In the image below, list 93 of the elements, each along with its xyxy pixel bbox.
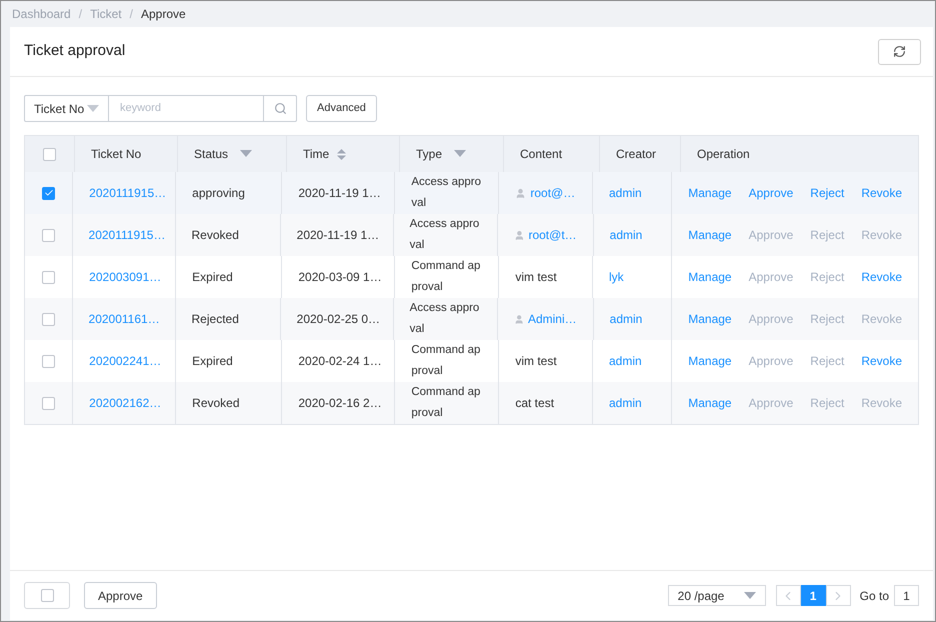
advanced-button[interactable]: Advanced <box>306 95 377 122</box>
operation-link[interactable]: Revoke <box>861 184 902 202</box>
operation-link[interactable]: Manage <box>688 394 732 412</box>
checkbox[interactable] <box>43 148 56 160</box>
breadcrumb-separator: / <box>130 6 133 23</box>
search-icon <box>274 102 286 115</box>
caret-icon <box>87 105 99 112</box>
table-cell-text: 2020-11-19 1… <box>296 227 380 244</box>
user-link[interactable]: root@… <box>530 184 576 202</box>
table-cell-text: cat test <box>515 395 554 412</box>
creator-link[interactable]: admin <box>609 394 642 412</box>
caret-icon <box>744 592 756 599</box>
table-cell-text: Command approval <box>411 259 482 295</box>
table-cell-text: Command approval <box>411 343 482 379</box>
operation-link[interactable]: Approve <box>748 184 794 202</box>
refresh-icon <box>893 45 906 58</box>
breadcrumb-item[interactable]: Ticket <box>90 5 122 23</box>
ticket-link[interactable]: 2020111915… <box>89 184 166 202</box>
checkbox[interactable] <box>40 589 54 602</box>
table-row[interactable]: 2020111915… approving 2020-11-19 1… Access approval root@… admin Manage Approve Reject Revoke <box>25 172 918 214</box>
keyword-input[interactable]: keyword <box>109 95 263 122</box>
table-cell-text: Expired <box>192 269 233 286</box>
ticket-link[interactable]: 202002162… <box>89 394 162 412</box>
breadcrumb-item[interactable]: Dashboard <box>12 5 71 23</box>
table-cell-text: 2020-03-09 1… <box>298 269 382 286</box>
operation-link[interactable]: Revoke <box>861 352 902 370</box>
table-cell-text: 2020-02-24 1… <box>298 353 382 370</box>
creator-link[interactable]: admin <box>609 352 642 370</box>
creator-link[interactable]: admin <box>610 226 642 244</box>
table-cell-text: approving <box>192 185 245 202</box>
page-title: Ticket approval <box>24 41 126 62</box>
filter-icon[interactable] <box>240 150 252 158</box>
sort-icon[interactable] <box>337 148 346 160</box>
operation-link[interactable]: Manage <box>688 352 732 370</box>
user-link[interactable]: root@t… <box>528 226 577 244</box>
table-cell-text: vim test <box>515 269 557 286</box>
ticket-link[interactable]: 202001161… <box>88 310 160 328</box>
table-cell-text: Rejected <box>192 311 239 328</box>
checkbox[interactable] <box>42 186 56 200</box>
creator-link[interactable]: admin <box>609 184 642 202</box>
column-header: Time <box>303 146 330 163</box>
goto-label: Go to <box>860 588 889 604</box>
column-header: Content <box>520 146 562 163</box>
operation-link[interactable]: Manage <box>688 184 732 202</box>
table-cell-text: Expired <box>192 353 233 370</box>
ticket-link[interactable]: 202003091… <box>89 268 162 286</box>
table-cell-text: 2020-02-16 2… <box>298 395 382 412</box>
breadcrumb-separator: / <box>78 6 82 23</box>
page-button[interactable]: 1 <box>800 585 826 606</box>
ticket-link[interactable]: 2020111915… <box>88 226 166 244</box>
column-header: Operation <box>697 146 750 163</box>
search-field-select[interactable]: Ticket No <box>24 95 109 122</box>
approve-button[interactable]: Approve <box>84 582 157 609</box>
creator-link[interactable]: admin <box>610 310 642 328</box>
table-cell-text: Revoked <box>192 227 239 244</box>
table-cell-text: Access approval <box>411 175 482 211</box>
next-page-button[interactable] <box>826 585 851 606</box>
operation-link[interactable]: Reject <box>810 184 844 202</box>
table-cell-text: Access approval <box>410 301 480 337</box>
select-all-button[interactable] <box>24 582 70 609</box>
column-header: Ticket No <box>91 146 142 163</box>
checkbox[interactable] <box>42 354 56 368</box>
column-header: Type <box>416 146 442 163</box>
table-cell-text: Command approval <box>411 385 482 421</box>
filter-icon[interactable] <box>454 150 466 158</box>
search-button[interactable] <box>263 95 297 122</box>
ticket-link[interactable]: 202002241… <box>89 352 162 370</box>
breadcrumb-item: Approve <box>140 6 186 23</box>
checkbox[interactable] <box>42 396 56 410</box>
operation-link[interactable]: Manage <box>688 310 732 328</box>
column-header: Creator <box>616 146 656 163</box>
checkbox[interactable] <box>42 228 55 242</box>
table-cell-text: 2020-02-25 0… <box>296 311 380 328</box>
check-icon <box>44 188 54 198</box>
column-header: Status <box>194 146 228 163</box>
user-icon <box>514 314 524 324</box>
operation-link[interactable]: Revoke <box>861 268 902 286</box>
operation-link[interactable]: Manage <box>688 268 732 286</box>
page-size-select[interactable]: 20 /page <box>668 585 766 606</box>
user-icon <box>515 188 526 198</box>
table-cell-text: Access approval <box>410 217 480 253</box>
table-cell-text: Revoked <box>192 395 240 412</box>
previous-page-button[interactable] <box>776 585 801 606</box>
refresh-button[interactable] <box>878 38 921 64</box>
user-link[interactable]: Admini… <box>528 310 577 328</box>
checkbox[interactable] <box>42 312 55 326</box>
goto-input[interactable]: 1 <box>894 585 919 606</box>
table-cell-text: 2020-11-19 1… <box>298 185 381 202</box>
checkbox[interactable] <box>42 270 56 284</box>
operation-link[interactable]: Manage <box>688 226 732 244</box>
table-cell-text: vim test <box>515 353 557 370</box>
user-icon <box>514 230 524 240</box>
creator-link[interactable]: lyk <box>609 268 624 286</box>
